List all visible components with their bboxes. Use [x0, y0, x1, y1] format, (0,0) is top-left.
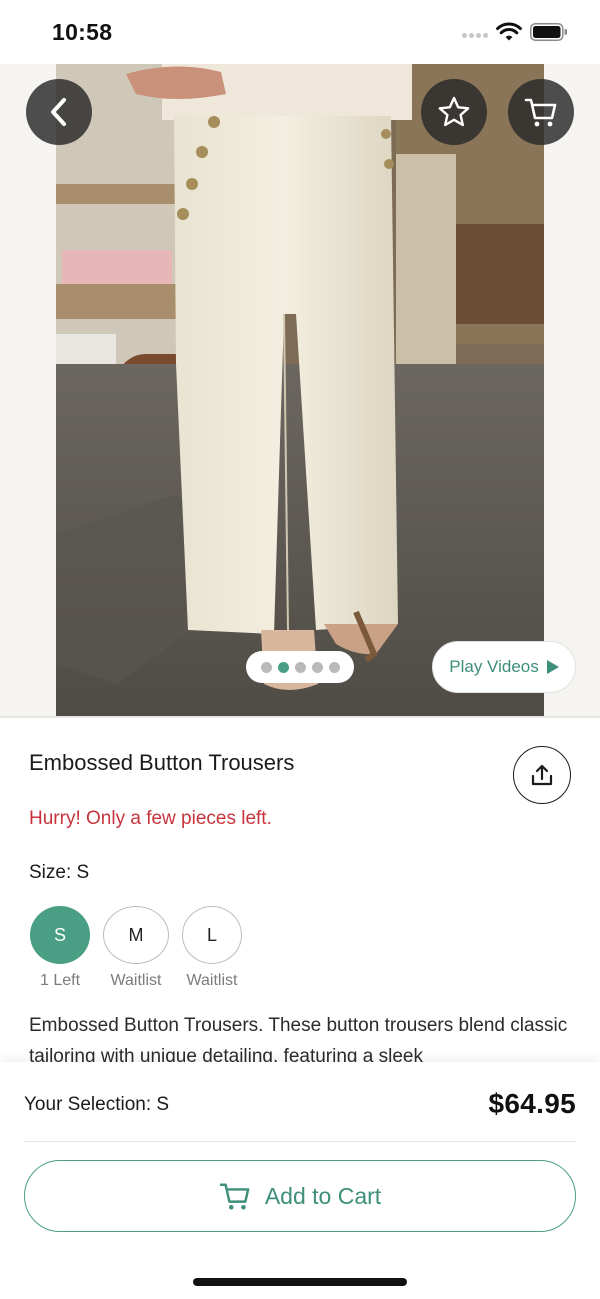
size-option-m[interactable]: M [103, 906, 169, 964]
add-to-cart-button[interactable]: Add to Cart [24, 1160, 576, 1232]
selection-summary: Your Selection: S [24, 1094, 170, 1115]
play-icon [546, 660, 559, 674]
play-videos-label: Play Videos [449, 657, 539, 676]
status-time: 10:58 [52, 19, 113, 45]
size-option-l[interactable]: L [182, 906, 242, 964]
share-button[interactable] [513, 746, 571, 804]
purchase-panel: Your Selection: S $64.95 Add to Cart [0, 1062, 600, 1299]
add-to-cart-label: Add to Cart [264, 1182, 382, 1209]
size-label: Size: S [29, 862, 90, 883]
battery-icon [530, 23, 567, 41]
gallery-dot[interactable] [328, 661, 340, 673]
size-availability-l: Waitlist [186, 972, 238, 989]
cart-icon [219, 1183, 250, 1210]
size-option-s[interactable]: S [30, 906, 90, 964]
gallery-page-indicator[interactable] [246, 651, 354, 683]
product-price: $64.95 [488, 1088, 576, 1119]
size-availability-m: Waitlist [110, 972, 162, 989]
back-button[interactable] [26, 79, 92, 145]
divider [24, 1141, 576, 1142]
low-stock-message: Hurry! Only a few pieces left. [29, 808, 272, 829]
cart-button[interactable] [508, 79, 574, 145]
home-indicator[interactable] [193, 1278, 407, 1286]
star-icon [438, 96, 470, 127]
product-photo[interactable] [56, 64, 544, 716]
gallery-dot[interactable] [294, 661, 306, 673]
product-image-gallery[interactable]: Play Videos [0, 64, 600, 716]
chevron-left-icon [51, 98, 66, 126]
product-detail-screen: 10:58 Play Videos Embossed Button Trouse… [0, 0, 600, 1299]
size-availability-s: 1 Left [39, 972, 81, 989]
status-bar: 10:58 [0, 0, 600, 64]
product-title: Embossed Button Trousers [29, 750, 295, 775]
gallery-dot[interactable] [260, 661, 272, 673]
play-videos-button[interactable]: Play Videos [432, 641, 576, 693]
gallery-dot[interactable] [311, 661, 323, 673]
share-icon [531, 764, 553, 786]
cart-icon [524, 98, 557, 127]
gallery-dot-active[interactable] [277, 661, 289, 673]
wifi-icon [496, 22, 522, 41]
divider [0, 716, 600, 718]
signal-icon [462, 33, 488, 38]
favorite-button[interactable] [421, 79, 487, 145]
